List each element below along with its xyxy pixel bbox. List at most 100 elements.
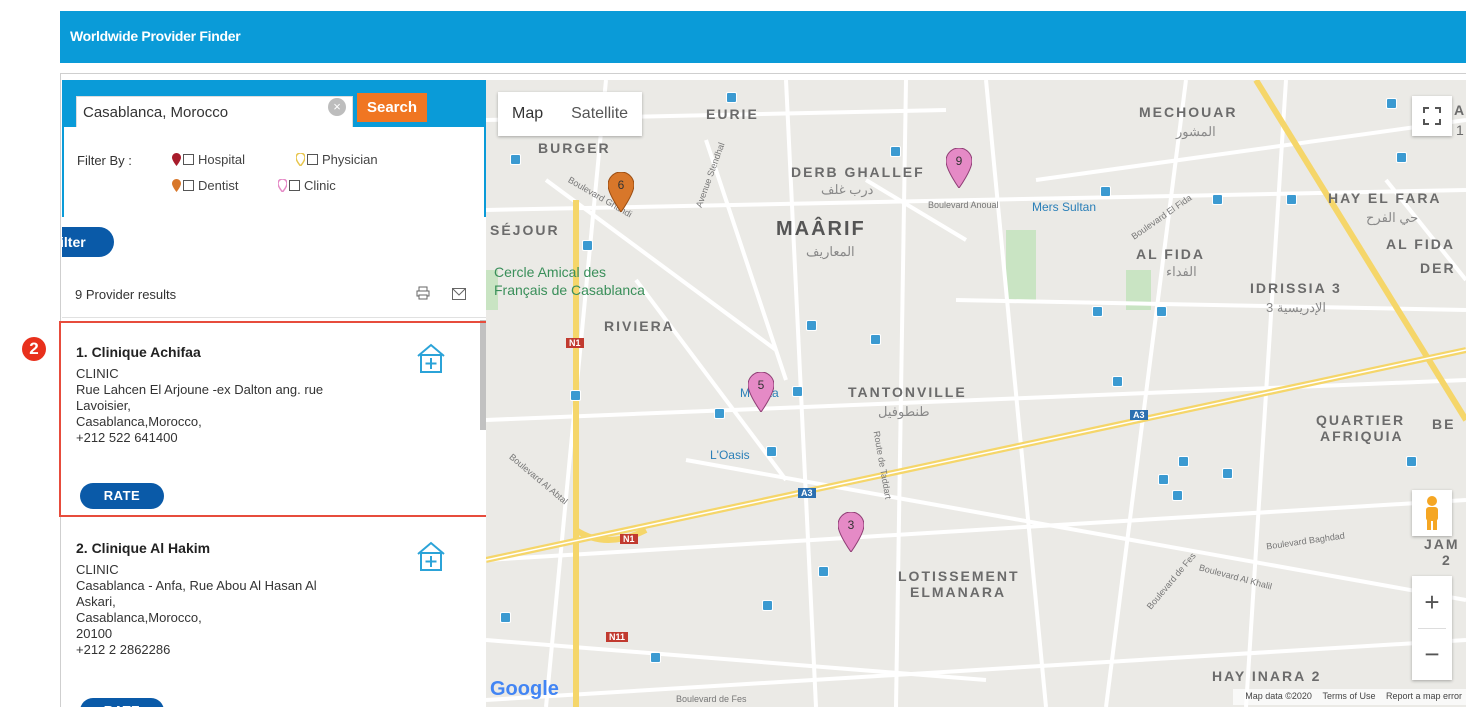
street-view-pegman[interactable] [1412,490,1452,536]
map-road-fes-south: Boulevard de Fes [676,694,747,704]
road-shield-n1-south: N1 [620,534,638,544]
map-type-satellite[interactable]: Satellite [557,92,642,136]
pin-number: 9 [956,154,963,168]
app-title: Worldwide Provider Finder [70,28,241,44]
map-label-lotissement: LOTISSEMENT [898,568,1020,584]
map-label-idrissia: IDRISSIA 3 [1250,280,1342,296]
map-label-corner-a: A [1454,102,1465,118]
map-view[interactable]: Map Satellite BURGER EURIE SÉJOUR DERB G… [486,80,1466,707]
poi-icon [1286,194,1297,205]
poi-icon [792,386,803,397]
physician-pin-icon [296,153,305,166]
clear-icon[interactable]: × [328,98,346,116]
map-label-jam-2: 2 [1442,552,1452,568]
results-divider [62,317,486,318]
filter-panel: Filter By : [64,127,484,217]
road-shield-a3: A3 [1130,410,1148,420]
poi-icon [1396,152,1407,163]
search-area: × Search Filter By : [62,80,486,217]
filter-by-label: Filter By : [77,153,132,168]
map-label-riviera: RIVIERA [604,318,675,334]
poi-icon [1158,474,1169,485]
highlight-box [59,321,488,517]
report-error-link[interactable]: Report a map error [1386,691,1462,701]
results-count: 9 Provider results [75,287,177,302]
poi-icon [1172,490,1183,501]
search-button[interactable]: Search [357,93,427,122]
provider-pin-9[interactable]: 9 [946,148,972,188]
physician-checkbox[interactable] [307,154,318,165]
map-attribution: Map data ©2020 Terms of Use Report a map… [1233,689,1466,705]
result-item[interactable]: 2. Clinique Al Hakim CLINIC Casablanca -… [62,520,480,707]
provider-phone: +212 2 2862286 [76,642,171,657]
map-road-anoual: Boulevard Anoual [928,200,999,210]
provider-address-line-1: Casablanca - Anfa, Rue Abou Al Hasan Al [76,578,317,593]
google-logo: Google [490,678,559,700]
filter-clinic[interactable]: Clinic [278,178,336,193]
clinic-checkbox[interactable] [289,180,300,191]
map-label-cercle-1: Cercle Amical des [494,264,607,280]
clinic-house-icon[interactable] [416,540,446,572]
hospital-pin-icon [172,153,181,166]
apply-filter-button[interactable]: ilter [62,227,114,257]
rate-button[interactable]: RATE [80,698,164,707]
map-label-der: DER [1420,260,1456,276]
map-label-corner-1: 1 [1456,122,1464,138]
poi-icon [762,600,773,611]
filter-hospital[interactable]: Hospital [172,152,245,167]
provider-address-line-2: Askari, [76,594,116,609]
poi-icon [890,146,901,157]
map-label-hay-inara: HAY INARA 2 [1212,668,1322,684]
pegman-icon [1426,496,1438,530]
poi-icon [806,320,817,331]
hospital-label: Hospital [198,152,245,167]
pin-number: 5 [758,378,765,392]
poi-icon [1222,468,1233,479]
location-search-input[interactable] [76,96,353,129]
map-label-jam: JAM [1424,536,1460,552]
poi-icon [1100,186,1111,197]
provider-pin-3[interactable]: 3 [838,512,864,552]
fullscreen-button[interactable] [1412,96,1452,136]
filter-physician[interactable]: Physician [296,152,378,167]
provider-postal: 20100 [76,626,113,641]
map-label-derb-ghallef-ar: درب غلف [821,182,874,197]
provider-pin-5[interactable]: 5 [748,372,774,412]
map-label-maarif-ar: المعاريف [806,244,855,259]
poi-icon [726,92,737,103]
poi-icon [714,408,725,419]
poi-icon [1406,456,1417,467]
zoom-out-button[interactable]: − [1412,628,1452,680]
map-label-burger: BURGER [538,140,611,156]
dentist-checkbox[interactable] [183,180,194,191]
map-label-afriquia: AFRIQUIA [1320,428,1404,444]
map-label-maarif: MAÂRIF [776,218,866,240]
road-shield-a3-west: A3 [798,488,816,498]
email-icon[interactable] [452,288,466,300]
map-label-elmanara: ELMANARA [910,584,1007,600]
provider-pin-6[interactable]: 6 [608,172,634,212]
provider-name[interactable]: 2. Clinique Al Hakim [76,540,210,556]
dentist-label: Dentist [198,178,239,193]
zoom-in-button[interactable]: + [1412,576,1452,628]
clinic-label: Clinic [304,178,336,193]
map-label-derb-ghallef: DERB GHALLEF [791,164,925,180]
physician-label: Physician [322,152,378,167]
app-header: Worldwide Provider Finder [60,11,1466,63]
filter-dentist[interactable]: Dentist [172,178,238,193]
map-label-al-fida-east: AL FIDA [1386,236,1455,252]
zoom-control[interactable]: + − [1412,576,1452,680]
map-label-mechouar: MECHOUAR [1139,104,1238,120]
hospital-checkbox[interactable] [183,154,194,165]
poi-icon [582,240,593,251]
map-label-al-fida: AL FIDA [1136,246,1205,262]
map-label-tantonville: TANTONVILLE [848,384,967,400]
terms-link[interactable]: Terms of Use [1322,691,1375,701]
road-shield-n11: N11 [606,632,629,642]
map-data-text: Map data ©2020 [1245,691,1312,701]
map-type-control[interactable]: Map Satellite [498,92,643,136]
poi-icon [570,390,581,401]
fullscreen-icon [1423,107,1441,125]
map-type-map[interactable]: Map [498,92,557,136]
print-icon[interactable] [416,286,430,300]
